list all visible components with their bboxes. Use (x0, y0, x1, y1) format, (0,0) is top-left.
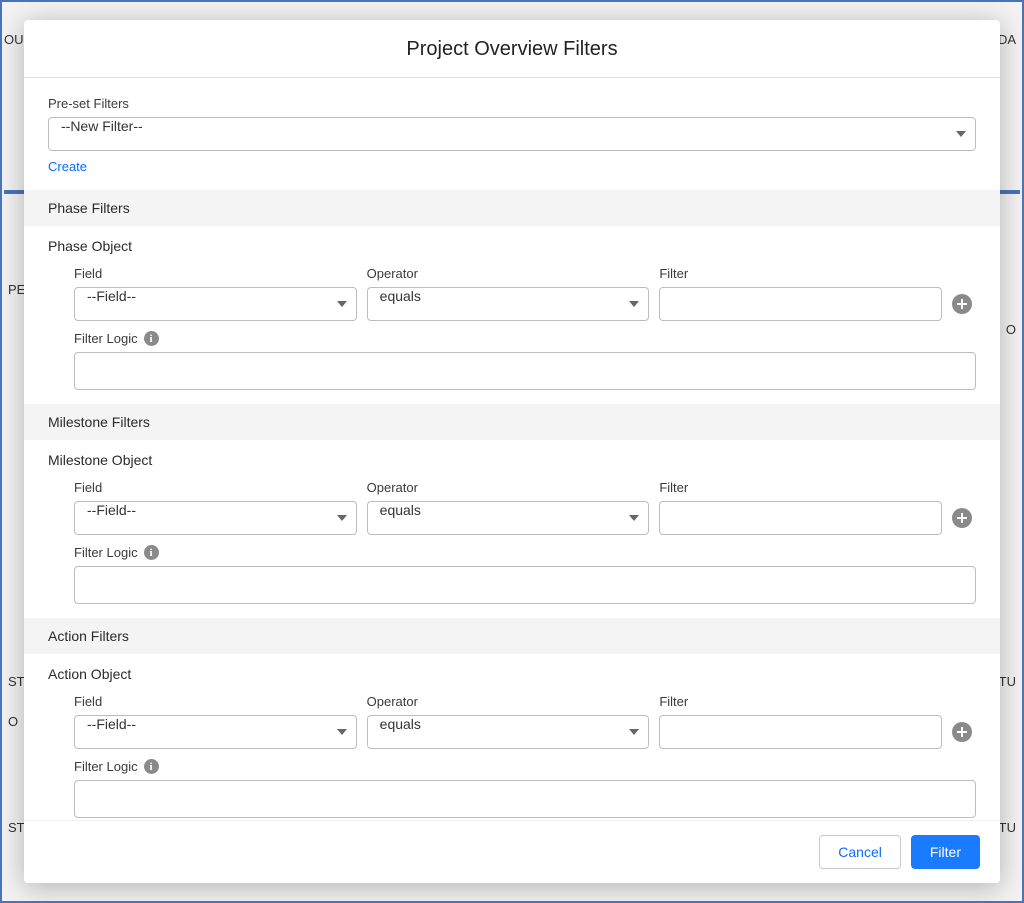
phase-add-filter-button[interactable] (952, 294, 972, 314)
milestone-filter-logic-label: Filter Logic (74, 545, 138, 560)
action-operator-label: Operator (367, 694, 650, 709)
milestone-filter-logic-input[interactable] (74, 566, 976, 604)
cancel-button[interactable]: Cancel (819, 835, 901, 869)
info-icon: i (144, 545, 159, 560)
phase-operator-select[interactable]: equals (367, 287, 650, 321)
milestone-operator-label: Operator (367, 480, 650, 495)
bg-text: TU (999, 820, 1016, 835)
modal-title: Project Overview Filters (24, 20, 1000, 78)
phase-filter-logic-label: Filter Logic (74, 331, 138, 346)
milestone-filter-input[interactable] (659, 501, 942, 535)
milestone-object-heading: Milestone Object (48, 452, 976, 468)
modal-footer: Cancel Filter (24, 820, 1000, 883)
plus-icon (957, 299, 967, 309)
phase-field-select[interactable]: --Field-- (74, 287, 357, 321)
phase-field-label: Field (74, 266, 357, 281)
bg-text: OU (4, 32, 24, 47)
filters-modal: Project Overview Filters Pre-set Filters… (24, 20, 1000, 883)
action-filter-label: Filter (659, 694, 942, 709)
plus-icon (957, 727, 967, 737)
action-field-select[interactable]: --Field-- (74, 715, 357, 749)
plus-icon (957, 513, 967, 523)
bg-text: ST (8, 820, 25, 835)
action-field-label: Field (74, 694, 357, 709)
action-add-filter-button[interactable] (952, 722, 972, 742)
phase-filter-label: Filter (659, 266, 942, 281)
milestone-operator-select[interactable]: equals (367, 501, 650, 535)
milestone-add-filter-button[interactable] (952, 508, 972, 528)
info-icon: i (144, 759, 159, 774)
phase-operator-label: Operator (367, 266, 650, 281)
milestone-field-select[interactable]: --Field-- (74, 501, 357, 535)
modal-body[interactable]: Pre-set Filters --New Filter-- Create Ph… (24, 78, 1000, 820)
action-object-heading: Action Object (48, 666, 976, 682)
preset-filters-label: Pre-set Filters (48, 96, 976, 111)
bg-text: O (8, 714, 18, 729)
milestone-field-label: Field (74, 480, 357, 495)
section-phase-filters: Phase Filters (24, 190, 1000, 226)
bg-text: O (1006, 322, 1016, 337)
phase-filter-logic-input[interactable] (74, 352, 976, 390)
action-filter-logic-label: Filter Logic (74, 759, 138, 774)
phase-filter-input[interactable] (659, 287, 942, 321)
create-filter-link[interactable]: Create (48, 159, 87, 174)
bg-text: PE (8, 282, 25, 297)
section-action-filters: Action Filters (24, 618, 1000, 654)
action-operator-select[interactable]: equals (367, 715, 650, 749)
action-filter-input[interactable] (659, 715, 942, 749)
action-filter-logic-input[interactable] (74, 780, 976, 818)
milestone-filter-label: Filter (659, 480, 942, 495)
filter-button[interactable]: Filter (911, 835, 980, 869)
bg-text: ST (8, 674, 25, 689)
modal-backdrop: OU DA PE O ST TU O ST TU Project Overvie… (0, 0, 1024, 903)
section-milestone-filters: Milestone Filters (24, 404, 1000, 440)
info-icon: i (144, 331, 159, 346)
phase-object-heading: Phase Object (48, 238, 976, 254)
bg-text: TU (999, 674, 1016, 689)
bg-text: DA (998, 32, 1016, 47)
preset-filter-select[interactable]: --New Filter-- (48, 117, 976, 151)
